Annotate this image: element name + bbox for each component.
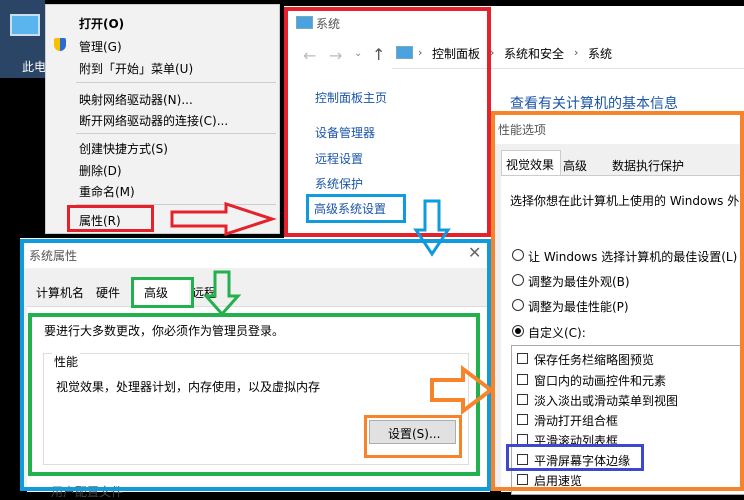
blue-down-arrow: [413, 199, 451, 257]
green-down-arrow: [202, 270, 242, 317]
annotation-arrows: [170, 199, 495, 415]
orange-up-right-arrow: [430, 365, 495, 415]
red-right-arrow: [170, 201, 277, 237]
